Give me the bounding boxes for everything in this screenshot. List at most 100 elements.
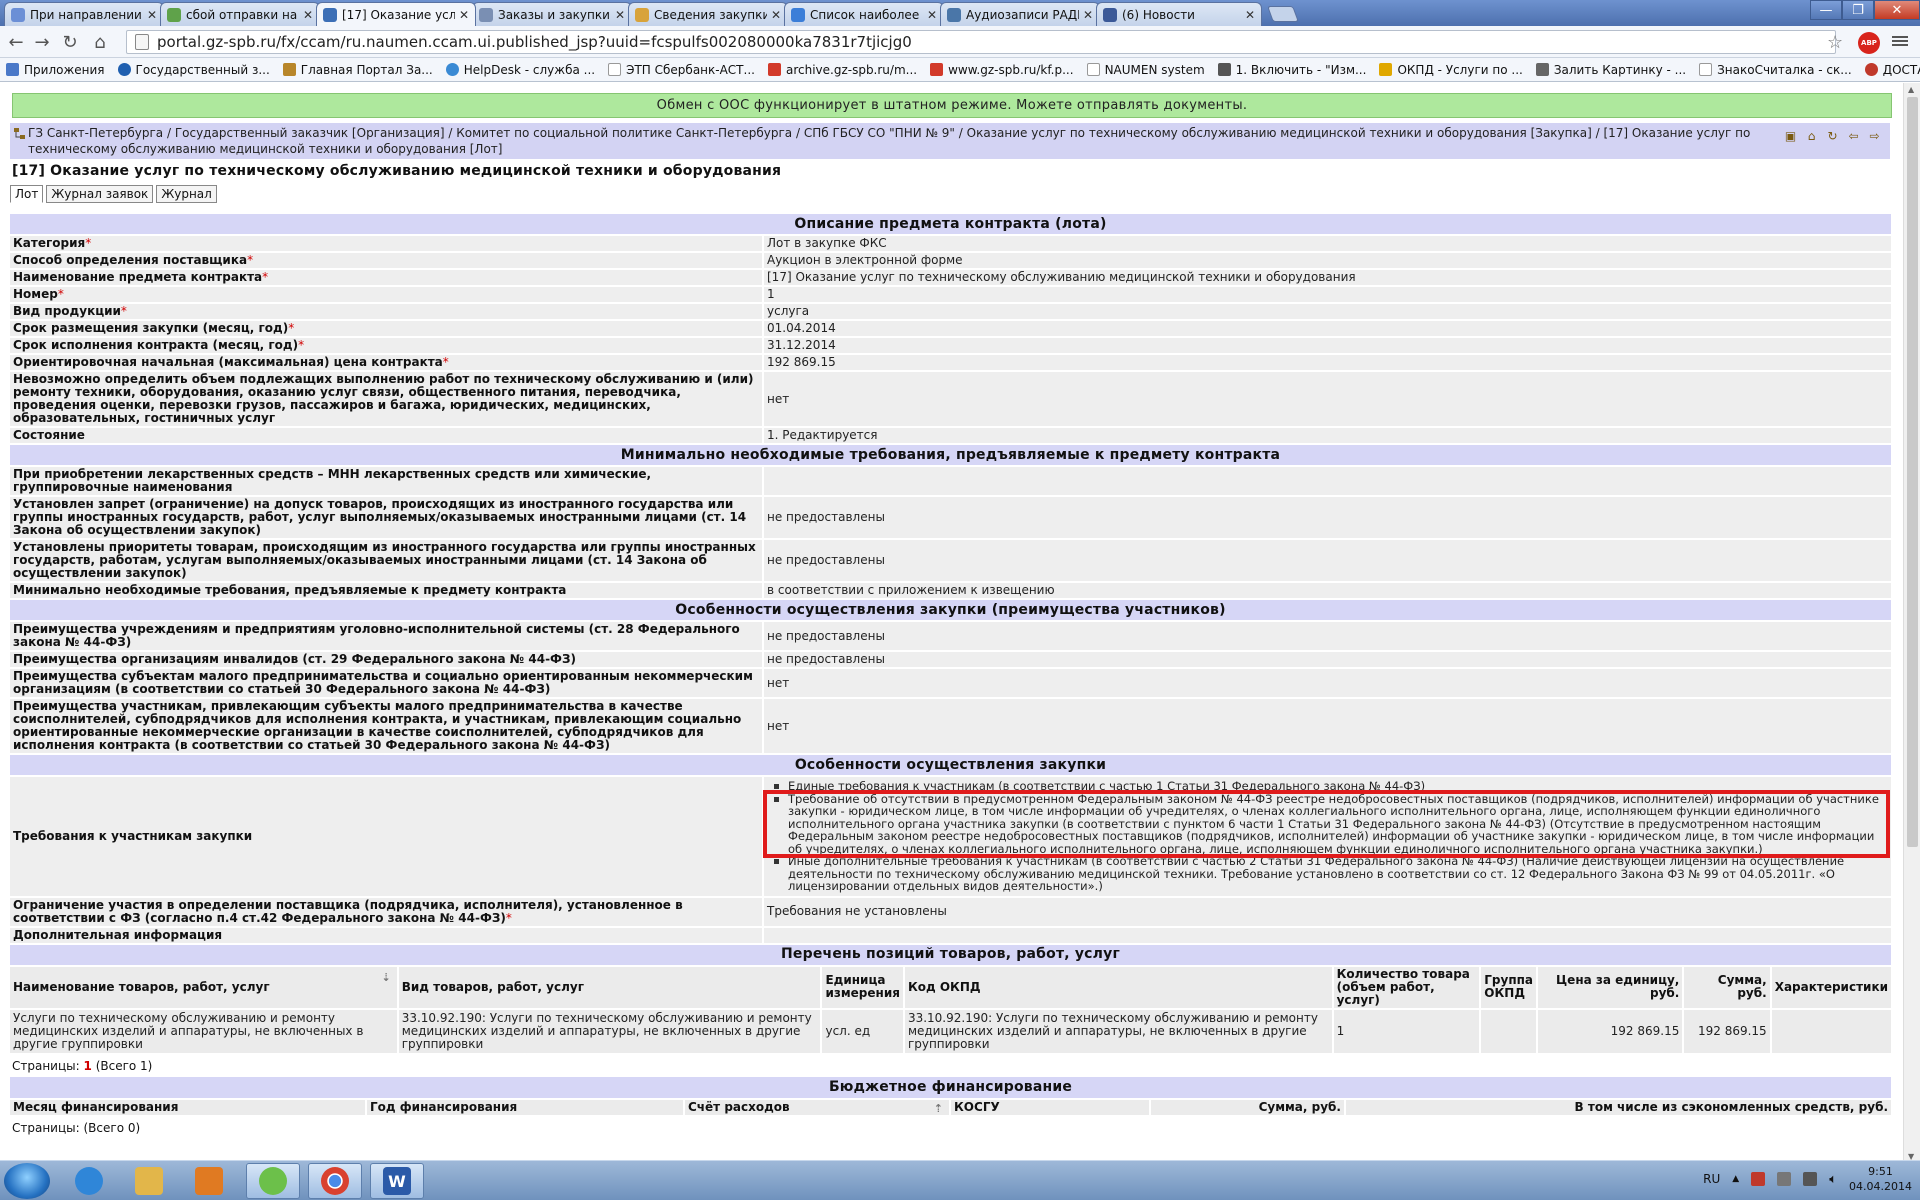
close-icon[interactable]: ✕: [303, 8, 313, 22]
column-header[interactable]: Сумма, руб.: [1150, 1099, 1346, 1117]
column-header[interactable]: Цена за единицу, руб.: [1537, 966, 1685, 1010]
back-arrow-icon[interactable]: ⇦: [1846, 129, 1861, 143]
browser-tab-1[interactable]: При направлении извеще ✕: [4, 2, 164, 26]
taskbar-chrome[interactable]: [308, 1163, 362, 1199]
window-close-icon[interactable]: ✕: [1874, 0, 1920, 20]
forward-arrow-icon[interactable]: →: [32, 32, 52, 53]
browser-tab-3-active[interactable]: [17] Оказание услуг по те ✕: [316, 2, 476, 26]
breadcrumb-text[interactable]: ГЗ Санкт-Петербурга / Государственный за…: [28, 126, 1750, 156]
column-header[interactable]: В том числе из сэкономленных средств, ру…: [1345, 1099, 1893, 1117]
column-header[interactable]: Единица измерения: [821, 966, 905, 1010]
bookmark-star-icon[interactable]: ☆: [1827, 32, 1843, 53]
close-icon[interactable]: ✕: [615, 8, 625, 22]
bookmark-item[interactable]: ДОСТАВКА РОЛЛО...: [1864, 63, 1920, 77]
pager-current-page[interactable]: 1: [84, 1059, 92, 1073]
requirement-item: Единые требования к участникам (в соотве…: [767, 780, 1888, 793]
taskbar-word[interactable]: W: [370, 1163, 424, 1199]
column-header[interactable]: Группа ОКПД: [1480, 966, 1539, 1010]
taskbar-media[interactable]: [182, 1163, 236, 1199]
adblock-icon[interactable]: ABP: [1858, 32, 1880, 54]
column-header[interactable]: Наименование товаров, работ, услуг ⇣: [10, 966, 399, 1010]
column-header[interactable]: Год финансирования: [366, 1099, 685, 1117]
taskbar-ie[interactable]: [62, 1163, 116, 1199]
bookmark-item[interactable]: ЗнакоСчиталка - ск...: [1699, 63, 1852, 77]
browser-tab-4[interactable]: Заказы и закупки ✕: [472, 2, 632, 26]
scroll-up-icon[interactable]: ▲: [1908, 85, 1914, 94]
scrollbar-thumb[interactable]: [1907, 97, 1918, 847]
column-header[interactable]: Код ОКПД: [903, 966, 1334, 1010]
column-header[interactable]: Счёт расходов ⇡: [684, 1099, 951, 1117]
bookmark-item[interactable]: archive.gz-spb.ru/m...: [767, 62, 918, 77]
bookmark-item[interactable]: HelpDesk - служба ...: [445, 63, 595, 77]
label-text: Установлен запрет (ограничение) на допус…: [13, 497, 747, 537]
bookmark-label: archive.gz-spb.ru/m...: [785, 62, 918, 77]
bookmark-item[interactable]: Приложения: [6, 63, 105, 77]
bookmark-item[interactable]: 1. Включить - "Изм...: [1217, 63, 1366, 77]
minimize-icon[interactable]: —: [1810, 0, 1842, 20]
tab-journal[interactable]: Журнал: [156, 185, 217, 203]
bookmark-item[interactable]: NAUMEN system: [1086, 63, 1205, 77]
pager-total: (Всего 1): [95, 1058, 153, 1073]
table-row[interactable]: Услуги по техническому обслуживанию и ре…: [10, 1008, 1894, 1055]
address-bar[interactable]: portal.gz-spb.ru/fx/ccam/ru.naumen.ccam.…: [126, 30, 1836, 54]
table-row: При приобретении лекарственных средств –…: [10, 466, 1893, 497]
column-header[interactable]: Вид товаров, работ, услуг: [397, 966, 823, 1010]
label-text: Ограничение участия в определении постав…: [13, 897, 683, 925]
refresh-icon[interactable]: ↻: [1825, 129, 1840, 143]
table-cell: 192 869.15: [1537, 1008, 1685, 1055]
folder-icon[interactable]: ▣: [1783, 129, 1798, 143]
close-icon[interactable]: ✕: [771, 8, 781, 22]
sort-arrow-icon[interactable]: ⇣: [381, 971, 390, 984]
browser-tab-6[interactable]: Список наиболее часто ✕: [784, 2, 944, 26]
volume-icon[interactable]: 🔈︎: [1829, 1172, 1837, 1187]
network-icon[interactable]: [1803, 1172, 1818, 1186]
clock[interactable]: 9:51 04.04.2014: [1849, 1164, 1912, 1194]
column-header[interactable]: Сумма, руб.: [1683, 966, 1772, 1010]
close-icon[interactable]: ✕: [147, 8, 157, 22]
taskbar-icq[interactable]: [246, 1163, 300, 1199]
taskbar-explorer[interactable]: [122, 1163, 176, 1199]
bookmark-item[interactable]: Залить Картинку - ...: [1535, 63, 1686, 77]
tray-expand-icon[interactable]: ▲: [1732, 1174, 1739, 1184]
start-button[interactable]: [4, 1163, 50, 1199]
pager-label: Страницы:: [12, 1058, 80, 1073]
browser-tab-2[interactable]: сбой отправки на ООС | ✕: [160, 2, 320, 26]
action-center-icon[interactable]: [1777, 1172, 1792, 1186]
column-header[interactable]: КОСГУ: [950, 1099, 1151, 1117]
antivirus-icon[interactable]: [1751, 1172, 1766, 1186]
close-icon[interactable]: ✕: [1245, 8, 1255, 22]
column-header[interactable]: Количество товара (объем работ, услуг): [1332, 966, 1482, 1010]
sort-arrow-icon[interactable]: ⇡: [934, 1102, 943, 1115]
ie-icon: [75, 1167, 103, 1195]
column-header[interactable]: Характеристики: [1770, 966, 1894, 1010]
vertical-scrollbar[interactable]: ▲ ▼: [1903, 83, 1920, 1163]
bookmark-item[interactable]: Государственный з...: [117, 63, 270, 77]
back-arrow-icon[interactable]: ←: [6, 32, 26, 53]
budget-section-header: Бюджетное финансирование: [10, 1076, 1893, 1100]
tab-label: Заказы и закупки: [498, 7, 610, 22]
bookmark-item[interactable]: ЭТП Сбербанк-АСТ...: [608, 63, 755, 77]
language-indicator[interactable]: RU: [1703, 1172, 1720, 1186]
column-header[interactable]: Месяц финансирования: [10, 1099, 367, 1117]
bookmark-item[interactable]: www.gz-spb.ru/kf.p...: [930, 63, 1074, 77]
close-icon[interactable]: ✕: [459, 8, 469, 22]
home-icon[interactable]: ⌂: [1804, 129, 1819, 143]
home-icon[interactable]: ⌂: [90, 32, 110, 53]
bookmark-item[interactable]: ОКПД - Услуги по ...: [1379, 63, 1523, 77]
new-tab-button[interactable]: [1267, 6, 1299, 22]
tab-bids-journal[interactable]: Журнал заявок: [46, 185, 154, 203]
forward-arrow-icon[interactable]: ⇨: [1867, 129, 1882, 143]
browser-tab-5[interactable]: Сведения закупки ✕: [628, 2, 788, 26]
chrome-menu-icon[interactable]: [1892, 34, 1908, 50]
tab-lot[interactable]: Лот: [10, 185, 44, 203]
browser-tab-7[interactable]: Аудиозаписи РАДИО ✕: [940, 2, 1100, 26]
close-icon[interactable]: ✕: [927, 8, 937, 22]
browser-tab-8[interactable]: (6) Новости ✕: [1096, 2, 1262, 26]
bookmark-item[interactable]: Главная Портал За...: [282, 63, 433, 77]
reload-icon[interactable]: ↻: [60, 32, 80, 53]
restore-icon[interactable]: ❐: [1842, 0, 1874, 20]
required-mark: *: [442, 355, 449, 369]
participant-requirements-row: Требования к участникам закупки Единые т…: [10, 776, 1893, 898]
close-icon[interactable]: ✕: [1083, 8, 1093, 22]
tab-label: [17] Оказание услуг по те: [342, 7, 455, 22]
